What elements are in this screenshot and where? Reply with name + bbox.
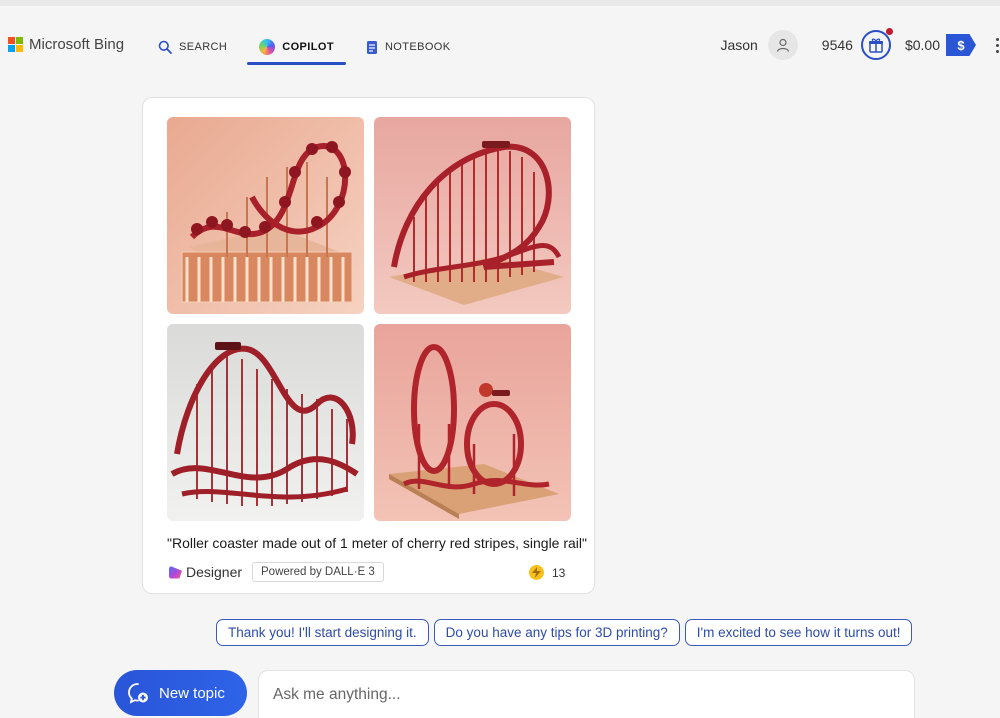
new-topic-label: New topic [159, 684, 225, 702]
boost-count: 13 [529, 565, 565, 580]
coaster-image-4 [374, 324, 571, 521]
dollar-badge-icon[interactable]: $ [946, 34, 976, 56]
more-menu-icon[interactable] [992, 36, 1000, 54]
microsoft-logo-icon [8, 37, 23, 52]
user-icon [776, 38, 789, 52]
gift-icon [868, 38, 883, 53]
designer-label: Designer [186, 564, 243, 580]
rewards-button[interactable] [860, 28, 893, 60]
image-result-card: "Roller coaster made out of 1 meter of c… [142, 97, 595, 594]
boost-bolt-icon [529, 565, 544, 580]
generated-image-4[interactable] [374, 324, 571, 521]
designer-link[interactable]: Designer [169, 564, 242, 580]
main-nav: SEARCH COPILOT NOTEBOOK [150, 34, 475, 65]
generated-image-1[interactable] [167, 117, 364, 314]
generated-image-2[interactable] [374, 117, 571, 314]
avatar[interactable] [767, 30, 798, 60]
image-prompt-caption: "Roller coaster made out of 1 meter of c… [167, 535, 587, 551]
notebook-icon [366, 40, 377, 54]
copilot-icon [259, 39, 276, 55]
coaster-image-2 [374, 117, 571, 314]
generated-image-3[interactable] [167, 324, 364, 521]
tab-copilot-label: COPILOT [282, 41, 334, 53]
designer-icon [169, 565, 182, 579]
tab-copilot[interactable]: COPILOT [247, 34, 346, 65]
suggestion-chip-3d-printing[interactable]: Do you have any tips for 3D printing? [433, 619, 680, 646]
coaster-image-3 [167, 324, 364, 521]
user-name[interactable]: Jason [720, 37, 757, 53]
powered-by-badge: Powered by DALL·E 3 [252, 562, 384, 582]
chat-input[interactable]: Ask me anything... [258, 670, 915, 718]
tab-search-label: SEARCH [179, 41, 228, 53]
user-area: Jason 9546 $0.00 $ [720, 28, 1000, 60]
bing-brand[interactable]: Microsoft Bing [8, 36, 124, 53]
suggestion-chips: Thank you! I'll start designing it. Do y… [216, 619, 913, 646]
top-header: Microsoft Bing SEARCH COPILOT NOTEBOOK J… [0, 6, 1000, 72]
new-topic-icon [128, 683, 148, 704]
tab-notebook-label: NOTEBOOK [384, 41, 451, 53]
boost-count-value: 13 [552, 565, 566, 580]
new-topic-button[interactable]: New topic [114, 670, 247, 716]
search-icon [158, 40, 172, 54]
coaster-image-1 [167, 117, 364, 314]
tab-search[interactable]: SEARCH [150, 34, 235, 58]
brand-name: Microsoft Bing [29, 36, 125, 53]
balance-amount[interactable]: $0.00 [905, 37, 940, 53]
rewards-points[interactable]: 9546 [822, 37, 853, 53]
suggestion-chip-excited[interactable]: I'm excited to see how it turns out! [684, 619, 913, 646]
notification-dot [885, 28, 893, 35]
tab-notebook[interactable]: NOTEBOOK [358, 34, 459, 58]
suggestion-chip-thanks[interactable]: Thank you! I'll start designing it. [216, 619, 429, 646]
